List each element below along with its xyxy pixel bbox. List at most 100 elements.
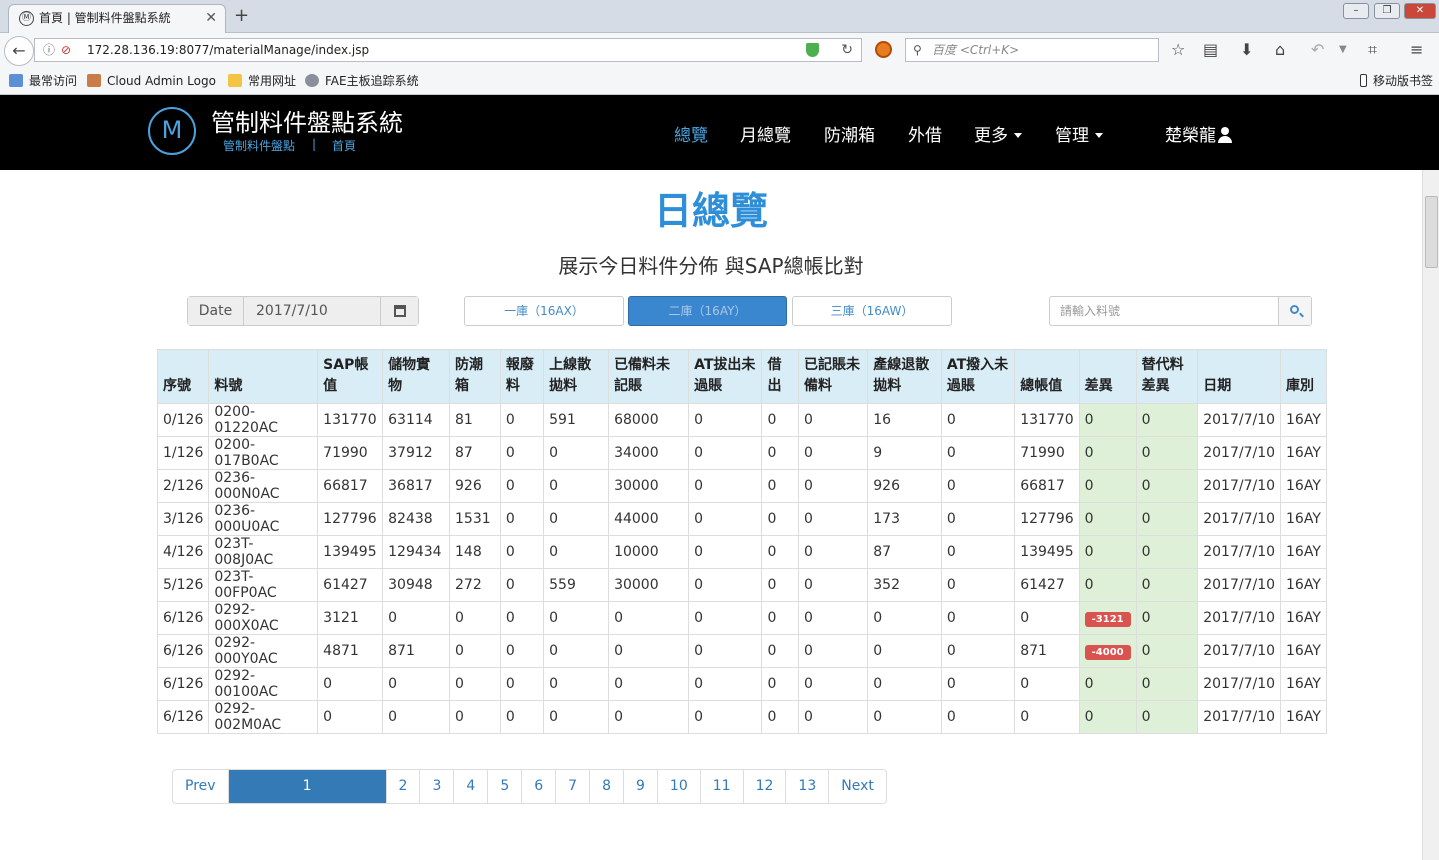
back-button[interactable]: ← — [4, 36, 34, 66]
part-search-button[interactable] — [1279, 297, 1311, 325]
scrollbar-thumb[interactable] — [1425, 196, 1438, 268]
user-menu[interactable]: 楚榮龍 — [1165, 121, 1232, 146]
table-cell: 0 — [940, 700, 1016, 734]
table-cell: 0 — [499, 535, 545, 569]
bookmark-fae[interactable]: FAE主板追踪系统 — [305, 67, 419, 95]
table-cell: -3121 — [1078, 601, 1137, 635]
table-cell: 6/126 — [156, 601, 210, 635]
bookmark-cloud-admin[interactable]: Cloud Admin Logo — [87, 67, 216, 95]
column-header: SAP帳值 — [317, 349, 384, 404]
next-page-button[interactable]: Next — [828, 770, 886, 803]
nav-admin-dropdown[interactable]: 管理 — [1055, 121, 1103, 146]
search-icon: ⚲ — [913, 43, 922, 57]
table-cell: 0 — [1135, 667, 1199, 701]
page-button[interactable]: 10 — [656, 770, 700, 803]
page-scrollbar[interactable] — [1422, 170, 1439, 860]
bookmark-common-sites[interactable]: 常用网址 — [228, 67, 296, 95]
table-cell: 0236-000N0AC — [208, 469, 319, 503]
page-button[interactable]: 13 — [785, 770, 828, 803]
table-cell: 0 — [1078, 535, 1137, 569]
reload-icon[interactable]: ↻ — [841, 39, 853, 61]
page-button[interactable]: 11 — [699, 770, 743, 803]
prev-page-button[interactable]: Prev — [173, 770, 228, 803]
breadcrumb-current[interactable]: 首頁 — [332, 137, 356, 154]
info-icon[interactable]: ⓘ — [43, 39, 55, 61]
bookmarks-bar: 最常访问 Cloud Admin Logo 常用网址 FAE主板追踪系统 移动版… — [0, 67, 1439, 95]
bookmark-most-visited[interactable]: 最常访问 — [9, 67, 77, 95]
page-button[interactable]: 8 — [589, 770, 623, 803]
store-3-button[interactable]: 三庫（16AW） — [792, 296, 952, 326]
folder-icon — [228, 74, 242, 87]
bookmark-image-icon — [87, 74, 101, 87]
nav-monthly[interactable]: 月總覽 — [740, 121, 791, 146]
page-button[interactable]: 3 — [419, 770, 453, 803]
table-cell: 30000 — [608, 469, 690, 503]
table-cell: 0 — [867, 601, 942, 635]
table-cell: 352 — [867, 568, 942, 602]
table-cell: 0292-000Y0AC — [208, 634, 319, 668]
store-1-button[interactable]: 一庫（16AX） — [464, 296, 624, 326]
nav-moisture-box[interactable]: 防潮箱 — [824, 121, 875, 146]
adblock-icon[interactable] — [875, 41, 892, 58]
table-cell: 9 — [867, 436, 942, 470]
page-button[interactable]: 1 — [227, 770, 386, 803]
breadcrumb-home-module[interactable]: 管制料件盤點 — [223, 137, 295, 154]
page-button[interactable]: 5 — [487, 770, 521, 803]
table-cell: 0 — [761, 700, 799, 734]
menu-icon[interactable]: ≡ — [1410, 40, 1423, 59]
date-input[interactable]: 2017/7/10 — [244, 297, 380, 325]
page-button[interactable]: 9 — [623, 770, 657, 803]
table-cell: 4/126 — [156, 535, 210, 569]
brand-title[interactable]: 管制料件盤點系統 — [211, 103, 403, 138]
table-cell: 0 — [940, 568, 1016, 602]
table-cell: 0 — [1078, 403, 1137, 437]
close-tab-icon[interactable]: ✕ — [205, 5, 217, 31]
mobile-bookmarks[interactable]: 移动版书签 — [1360, 67, 1433, 95]
reading-list-icon[interactable]: ▤ — [1203, 40, 1218, 59]
page-button[interactable]: 2 — [385, 770, 420, 803]
crop-icon[interactable]: ⌗ — [1368, 40, 1377, 60]
star-icon[interactable]: ☆ — [1171, 40, 1185, 59]
table-cell: 0 — [543, 436, 610, 470]
restore-window-button[interactable]: ❐ — [1374, 3, 1400, 19]
table-cell: 871 — [382, 634, 451, 668]
page-button[interactable]: 4 — [453, 770, 487, 803]
table-row: 6/126 0292-00100AC 0 0 0 0 0 0 0 0 0 0 0 0 0 0 2017/7/10… — [156, 667, 1327, 701]
table-cell: 0 — [317, 667, 384, 701]
browser-tab[interactable]: Ⓜ 首頁 | 管制料件盤點系統 ✕ — [8, 4, 226, 33]
minimize-window-button[interactable]: – — [1343, 3, 1369, 19]
store-2-button[interactable]: 二庫（16AY） — [628, 296, 787, 326]
table-cell: 0 — [761, 535, 799, 569]
table-cell: 0 — [761, 436, 799, 470]
close-window-button[interactable]: ✕ — [1404, 3, 1436, 19]
home-icon[interactable]: ⌂ — [1275, 40, 1285, 59]
part-search-input[interactable]: 請輸入料號 — [1050, 297, 1279, 325]
nav-more-dropdown[interactable]: 更多 — [974, 121, 1022, 146]
table-cell: 0 — [543, 469, 610, 503]
table-cell: 0 — [1135, 469, 1199, 503]
undo-icon[interactable]: ↶ — [1311, 40, 1324, 59]
table-cell: 139495 — [1014, 535, 1080, 569]
bookmark-folder-icon — [9, 74, 23, 87]
download-icon[interactable]: ⬇ — [1240, 40, 1253, 59]
logo-icon[interactable]: M — [148, 107, 196, 155]
nav-overview[interactable]: 總覽 — [674, 121, 708, 146]
page-button[interactable]: 12 — [742, 770, 786, 803]
calendar-button[interactable] — [380, 297, 418, 325]
insecure-icon[interactable]: ⊘ — [61, 39, 71, 61]
chevron-down-icon[interactable]: ▼ — [1339, 44, 1347, 55]
table-cell: 0 — [449, 700, 501, 734]
column-header: 庫別 — [1280, 349, 1327, 404]
address-bar[interactable]: ⓘ ⊘ 172.28.136.19:8077/materialManage/in… — [34, 38, 862, 62]
table-cell: 0236-000U0AC — [208, 502, 319, 536]
shield-icon[interactable] — [806, 43, 819, 57]
table-cell: 34000 — [608, 436, 690, 470]
page-button[interactable]: 6 — [521, 770, 555, 803]
new-tab-icon[interactable]: + — [234, 5, 249, 26]
column-header: 防潮箱 — [449, 349, 501, 404]
nav-lending[interactable]: 外借 — [908, 121, 942, 146]
browser-search-input[interactable]: ⚲ 百度 <Ctrl+K> — [905, 38, 1159, 62]
page-button[interactable]: 7 — [555, 770, 589, 803]
table-cell: 0 — [797, 535, 869, 569]
table-cell: 16AY — [1280, 667, 1327, 701]
